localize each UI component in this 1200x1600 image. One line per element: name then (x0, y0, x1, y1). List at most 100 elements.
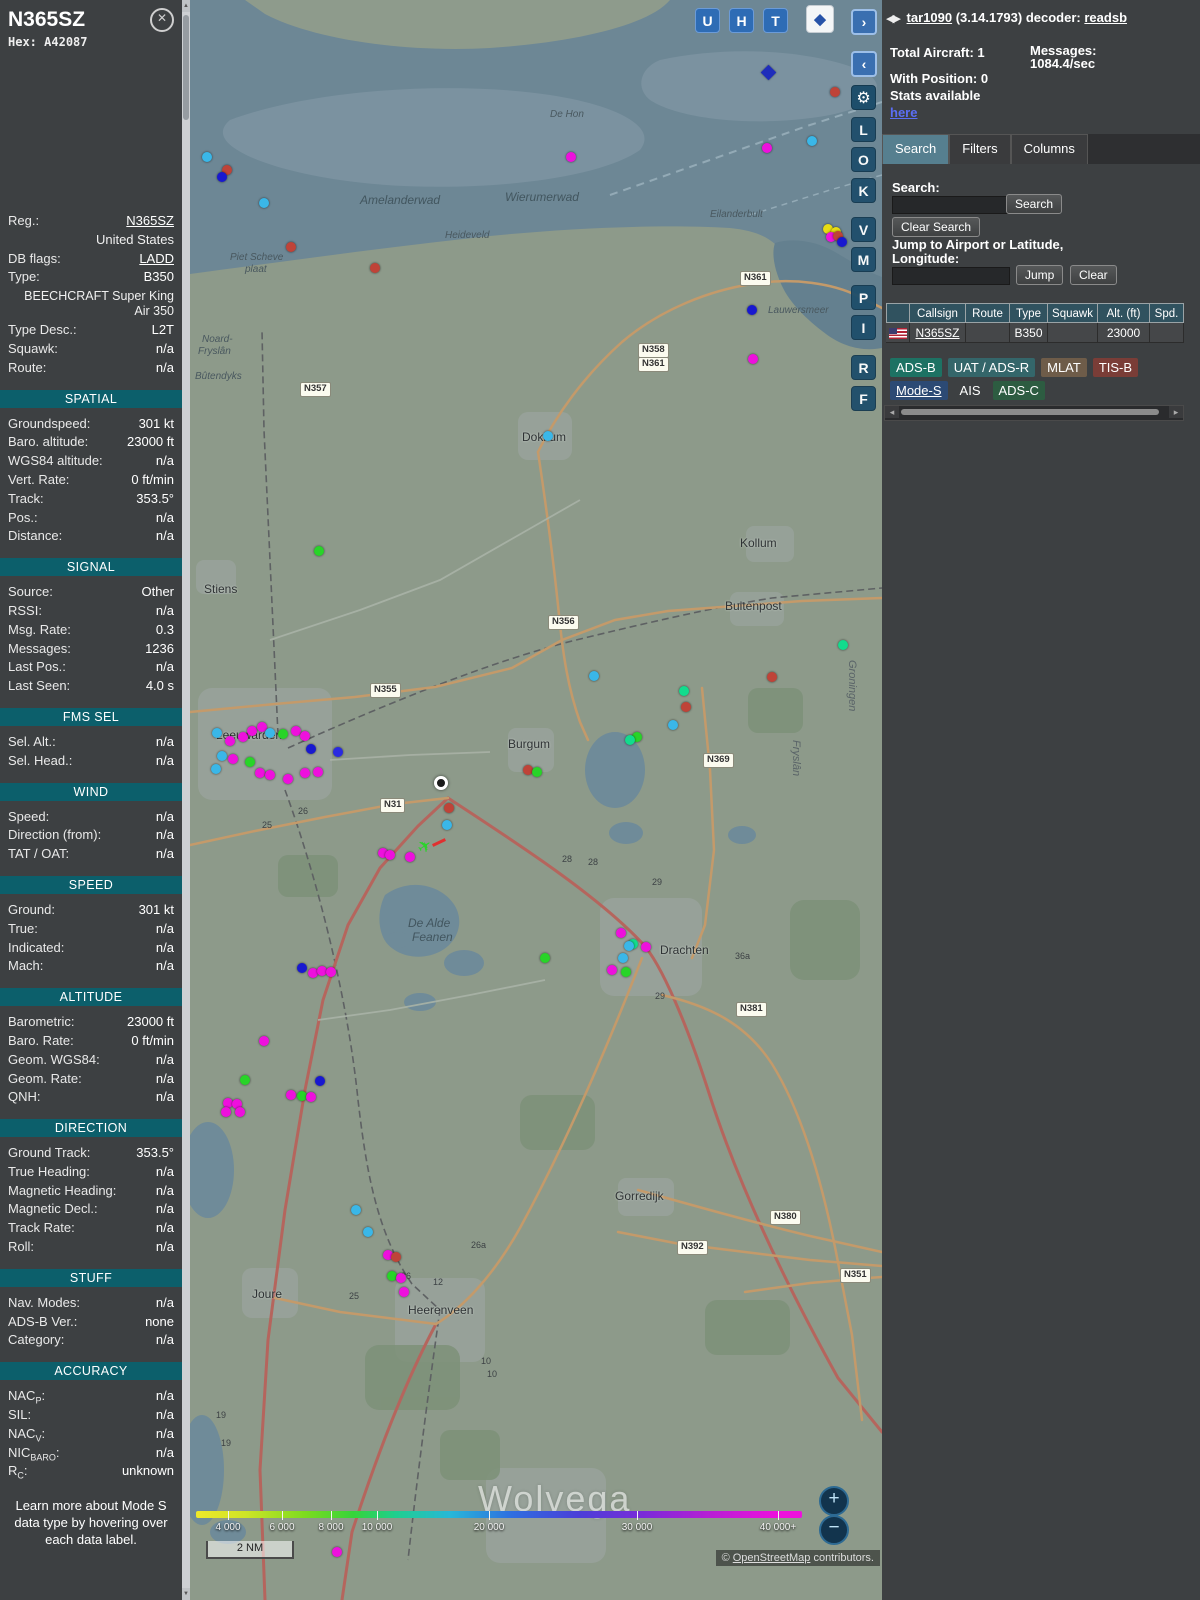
zoom-out-button[interactable]: − (819, 1515, 849, 1545)
aircraft-dot[interactable] (212, 728, 222, 738)
aircraft-dot[interactable] (807, 136, 817, 146)
aircraft-dot[interactable] (255, 768, 265, 778)
filter-chip-ads-b[interactable]: ADS-B (890, 358, 942, 377)
left-panel-scrollbar[interactable]: ▲ ▼ (182, 0, 190, 1600)
map-btn-toggle-h-button[interactable]: H (729, 8, 754, 33)
app-title-link[interactable]: tar1090 (907, 10, 953, 25)
aircraft-dot[interactable] (265, 770, 275, 780)
map-btn-pause-button[interactable]: P (851, 285, 876, 310)
detail-value-link[interactable]: LADD (139, 250, 174, 269)
filter-chip-ads-c[interactable]: ADS-C (993, 381, 1045, 400)
map-btn-follow-button[interactable]: F (851, 386, 876, 411)
sidebar-collapse-icon[interactable]: ◀▶ (886, 13, 899, 25)
aircraft-dot[interactable] (286, 1090, 296, 1100)
aircraft-dot[interactable] (405, 852, 415, 862)
aircraft-dot[interactable] (624, 941, 634, 951)
search-input[interactable] (892, 196, 1010, 214)
aircraft-dot[interactable] (625, 735, 635, 745)
aircraft-dot[interactable] (444, 803, 454, 813)
zoom-in-button[interactable]: + (819, 1486, 849, 1516)
aircraft-dot[interactable] (399, 1287, 409, 1297)
openstreetmap-link[interactable]: OpenStreetMap (733, 1552, 811, 1564)
aircraft-dot[interactable] (265, 728, 275, 738)
jump-input[interactable] (892, 267, 1010, 285)
aircraft-dot[interactable] (747, 305, 757, 315)
aircraft-dot[interactable] (679, 686, 689, 696)
map-btn-settings-button[interactable]: ⚙ (851, 85, 876, 110)
map-btn-toggle-u-button[interactable]: U (695, 8, 720, 33)
aircraft-dot[interactable] (326, 967, 336, 977)
column-header[interactable]: Type (1010, 303, 1048, 323)
aircraft-dot[interactable] (300, 731, 310, 741)
table-horizontal-scrollbar[interactable]: ◂ ▸ (884, 405, 1184, 421)
aircraft-dot[interactable] (283, 774, 293, 784)
aircraft-dot[interactable] (442, 820, 452, 830)
map-btn-reset-button[interactable]: R (851, 355, 876, 380)
aircraft-dot[interactable] (532, 767, 542, 777)
aircraft-dot[interactable] (396, 1273, 406, 1283)
aircraft-dot[interactable] (332, 1547, 342, 1557)
filter-chip-mlat[interactable]: MLAT (1041, 358, 1087, 377)
aircraft-dot[interactable] (621, 967, 631, 977)
jump-button[interactable]: Jump (1016, 265, 1063, 285)
aircraft-dot[interactable] (211, 764, 221, 774)
aircraft-dot[interactable] (838, 640, 848, 650)
clear-search-button[interactable]: Clear Search (892, 217, 980, 237)
aircraft-dot[interactable] (202, 152, 212, 162)
aircraft-dot[interactable] (247, 726, 257, 736)
aircraft-dot[interactable] (589, 671, 599, 681)
aircraft-dot[interactable] (391, 1252, 401, 1262)
aircraft-dot[interactable] (217, 172, 227, 182)
search-button[interactable]: Search (1006, 194, 1062, 214)
filter-chip-tis-b[interactable]: TIS-B (1093, 358, 1138, 377)
aircraft-dot[interactable] (618, 953, 628, 963)
aircraft-dot[interactable] (543, 431, 553, 441)
filter-chip-ais[interactable]: AIS (954, 381, 987, 400)
aircraft-dot[interactable] (278, 729, 288, 739)
aircraft-dot[interactable] (259, 1036, 269, 1046)
map-btn-military-filter-button[interactable]: M (851, 247, 876, 272)
aircraft-dot[interactable] (767, 672, 777, 682)
aircraft-dot[interactable] (259, 198, 269, 208)
aircraft-dot[interactable] (286, 242, 296, 252)
column-header[interactable]: Spd. (1150, 303, 1184, 323)
aircraft-dot[interactable] (762, 143, 772, 153)
tab-search[interactable]: Search (882, 134, 949, 164)
aircraft-dot[interactable] (297, 963, 307, 973)
aircraft-dot[interactable] (607, 965, 617, 975)
aircraft-dot[interactable] (540, 953, 550, 963)
map-btn-expand-panel-button[interactable]: › (851, 9, 877, 35)
map-btn-toggle-t-button[interactable]: T (763, 8, 788, 33)
map-btn-overlay-button[interactable]: O (851, 147, 876, 172)
column-header[interactable]: Callsign (910, 303, 966, 323)
hscroll-right-arrow[interactable]: ▸ (1169, 406, 1183, 418)
aircraft-dot[interactable] (300, 768, 310, 778)
scrollbar-thumb[interactable] (183, 15, 189, 120)
aircraft-dot[interactable] (385, 850, 395, 860)
aircraft-dot[interactable] (217, 751, 227, 761)
map-btn-collapse-panel-button[interactable]: ‹ (851, 51, 877, 77)
aircraft-dot[interactable] (363, 1227, 373, 1237)
column-header[interactable] (886, 303, 910, 323)
aircraft-dot[interactable] (245, 757, 255, 767)
tab-columns[interactable]: Columns (1011, 134, 1088, 164)
cell-callsign[interactable]: N365SZ (910, 323, 966, 343)
aircraft-dot[interactable] (641, 942, 651, 952)
aircraft-dot[interactable] (616, 928, 626, 938)
aircraft-dot[interactable] (681, 702, 691, 712)
column-header[interactable]: Route (966, 303, 1010, 323)
hscroll-left-arrow[interactable]: ◂ (885, 406, 899, 418)
map[interactable]: AmelanderwadWierumerwadEilanderbultDe Ho… (190, 0, 882, 1600)
aircraft-dot[interactable] (225, 736, 235, 746)
map-btn-multiselect-button[interactable]: V (851, 217, 876, 242)
decoder-link[interactable]: readsb (1084, 10, 1127, 25)
detail-value-link[interactable]: N365SZ (126, 212, 174, 231)
aircraft-table-row[interactable]: N365SZB35023000 (886, 323, 1184, 343)
column-header[interactable]: Squawk (1048, 303, 1098, 323)
close-icon[interactable]: ✕ (150, 8, 174, 32)
aircraft-dot[interactable] (830, 87, 840, 97)
tab-filters[interactable]: Filters (949, 134, 1010, 164)
filter-chip-uat-ads-r[interactable]: UAT / ADS-R (948, 358, 1035, 377)
aircraft-dot[interactable] (351, 1205, 361, 1215)
aircraft-dot[interactable] (566, 152, 576, 162)
